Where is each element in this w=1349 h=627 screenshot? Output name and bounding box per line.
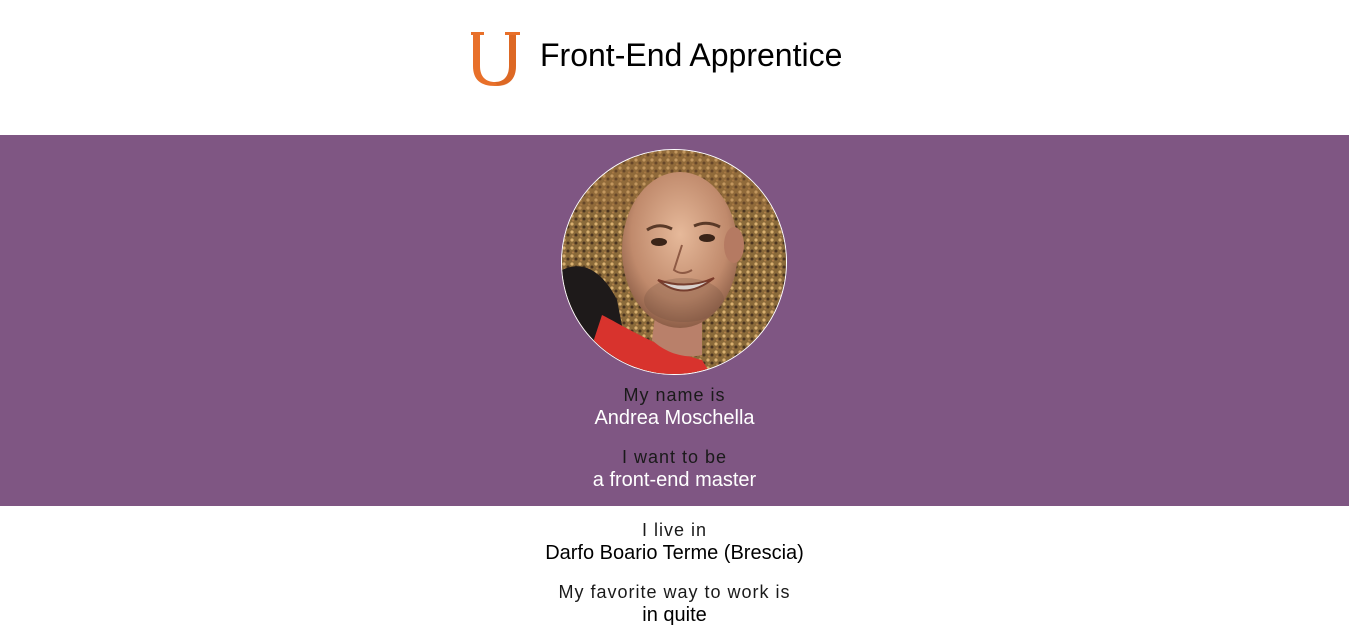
profile-name: Andrea Moschella (594, 407, 755, 429)
avatar (561, 149, 787, 375)
name-block: My name is Andrea Moschella (0, 384, 1349, 430)
site-title: Front-End Apprentice (540, 37, 843, 73)
profile-work: in quite (642, 604, 707, 626)
profile-location: Darfo Boario Terme (Brescia) (545, 542, 804, 564)
name-label: My name is (623, 385, 726, 405)
location-block: I live in Darfo Boario Terme (Brescia) (0, 519, 1349, 565)
page-header: Front-End Apprentice (0, 0, 1349, 135)
goal-label: I want to be (621, 447, 728, 467)
location-label: I live in (641, 520, 708, 540)
udacity-u-icon (468, 30, 522, 88)
work-block: My favorite way to work is in quite (0, 581, 1349, 627)
profile-goal: a front-end master (592, 469, 757, 491)
goal-block: I want to be a front-end master (0, 446, 1349, 492)
work-label: My favorite way to work is (558, 582, 791, 602)
